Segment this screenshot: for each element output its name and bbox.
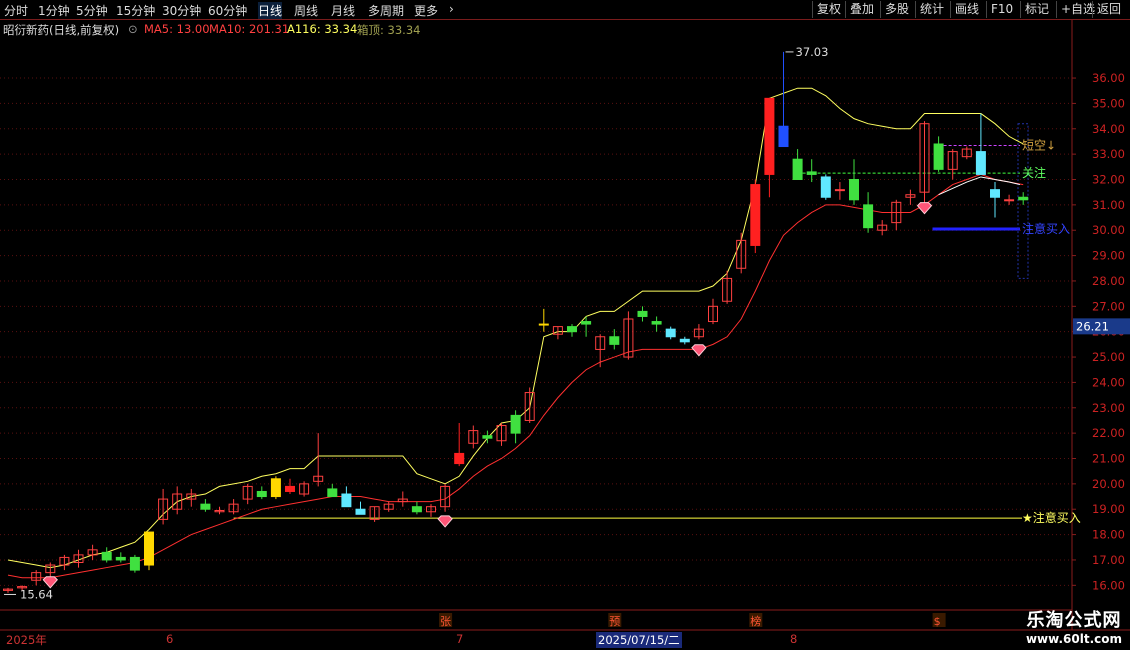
event-mark-label: 榜 xyxy=(750,614,761,628)
candle-body xyxy=(285,485,295,492)
candle-body xyxy=(581,321,592,325)
candle-body xyxy=(200,503,211,510)
date-label-1: 6 xyxy=(166,632,174,646)
y-tick-label: 36.00 xyxy=(1092,71,1125,85)
candle-body xyxy=(651,321,662,325)
candle-body xyxy=(1004,199,1015,202)
y-tick-label: 35.00 xyxy=(1092,96,1125,110)
annotation-short: 短空↓ xyxy=(1022,139,1056,153)
candle-body xyxy=(933,143,944,170)
upper-band-line xyxy=(7,87,1024,569)
y-tick-label: 19.00 xyxy=(1092,502,1125,516)
buy-signal-diamond-icon xyxy=(437,515,453,528)
y-tick-label: 34.00 xyxy=(1092,122,1125,136)
candle-body xyxy=(101,551,112,561)
buy-signal-diamond-icon xyxy=(691,344,707,357)
candle-body xyxy=(975,151,986,175)
y-tick-label: 21.00 xyxy=(1092,452,1125,466)
candle-body xyxy=(806,171,817,175)
candle-body xyxy=(115,556,126,561)
candle-body xyxy=(863,204,874,229)
candle-body xyxy=(1018,196,1029,201)
candle-body xyxy=(849,179,859,201)
watermark: 乐淘公式网 www.60lt.com xyxy=(1026,606,1122,646)
y-tick-label: 22.00 xyxy=(1092,426,1125,440)
candle-body xyxy=(679,338,690,343)
candle-body xyxy=(834,189,845,192)
candle-body xyxy=(341,493,352,508)
annotation-buy-zone: 注意买入 xyxy=(1022,221,1070,236)
candle-body xyxy=(411,506,422,513)
candle-body xyxy=(270,478,281,498)
annotation-watch: 关注 xyxy=(1022,165,1046,180)
y-tick-label: 29.00 xyxy=(1092,249,1125,263)
high-price-label: 37.03 xyxy=(796,45,829,59)
candle-body xyxy=(609,336,620,345)
candle-body xyxy=(256,490,267,498)
candle-body xyxy=(665,328,676,338)
buy-signal-diamond-icon xyxy=(42,576,58,589)
candle-body xyxy=(792,158,803,180)
candle-body xyxy=(510,414,521,434)
date-label-4: 8 xyxy=(790,632,798,646)
y-tick-label: 28.00 xyxy=(1092,274,1125,288)
y-tick-label: 20.00 xyxy=(1092,477,1125,491)
date-label-2: 7 xyxy=(456,632,464,646)
date-label-0: 2025年 xyxy=(6,633,47,647)
candle-body xyxy=(637,310,648,317)
event-mark-label: 张 xyxy=(440,615,451,628)
candle-body xyxy=(129,556,140,571)
candle-body xyxy=(144,531,154,566)
y-tick-label: 33.00 xyxy=(1092,147,1125,161)
current-price-label: 26.21 xyxy=(1076,319,1109,333)
watermark-title: 乐淘公式网 xyxy=(1026,610,1122,631)
y-tick-label: 30.00 xyxy=(1092,223,1125,237)
y-tick-label: 25.00 xyxy=(1092,350,1125,364)
candlestick-chart[interactable]: 36.00 35.00 34.00 33.00 32.00 31.00 30.00 29.00… xyxy=(0,0,1130,650)
candle-body xyxy=(778,125,789,148)
y-tick-label: 27.00 xyxy=(1092,299,1125,313)
y-tick-label: 16.00 xyxy=(1092,578,1125,592)
candle-body xyxy=(820,176,831,198)
candle-body xyxy=(327,488,338,498)
y-tick-label: 23.00 xyxy=(1092,401,1125,415)
candle-body xyxy=(567,326,577,333)
y-tick-label: 31.00 xyxy=(1092,198,1125,212)
annotation-buy-signal: ★注意买入 xyxy=(1022,510,1081,525)
candle-body xyxy=(482,435,493,439)
candle-body xyxy=(990,189,1000,198)
event-mark-label: 预 xyxy=(609,615,620,628)
candle-body xyxy=(454,452,465,465)
event-mark-label: $ xyxy=(934,615,941,628)
candle-body xyxy=(764,97,775,175)
low-price-label: 15.64 xyxy=(20,587,53,601)
candle-body xyxy=(538,323,549,326)
candle-body xyxy=(750,184,761,246)
buy-signal-diamond-icon xyxy=(916,202,933,215)
y-tick-label: 17.00 xyxy=(1092,553,1125,567)
candle-body xyxy=(355,508,366,515)
y-tick-label: 24.00 xyxy=(1092,375,1125,389)
date-label-3: 2025/07/15/二 xyxy=(596,632,682,648)
y-tick-label: 32.00 xyxy=(1092,173,1125,187)
y-tick-label: 18.00 xyxy=(1092,528,1125,542)
date-axis: 2025年 6 7 2025/07/15/二 8 xyxy=(0,630,1130,650)
watermark-url: www.60lt.com xyxy=(1025,632,1122,646)
